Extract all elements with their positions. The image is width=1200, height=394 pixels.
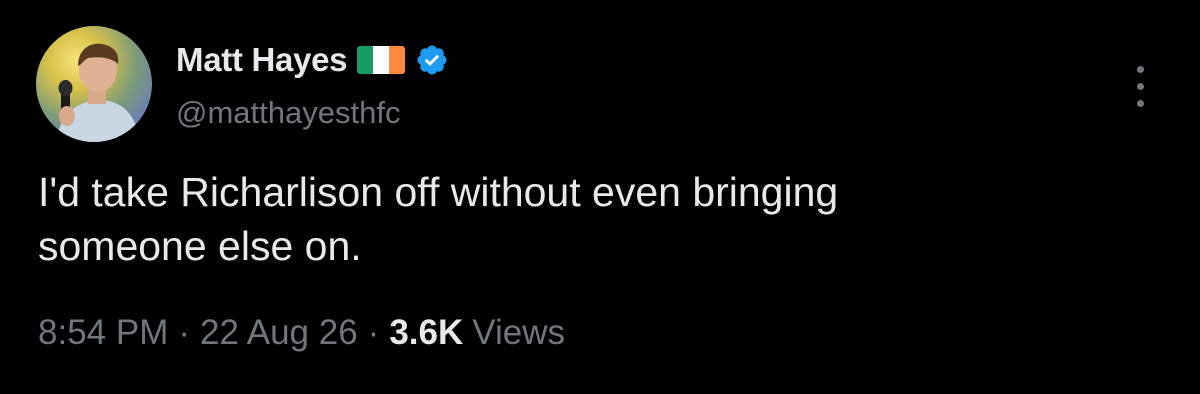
more-options-button[interactable] (1122, 58, 1158, 114)
tweet-text-line: someone else on. (38, 223, 362, 269)
display-name[interactable]: Matt Hayes (176, 41, 348, 79)
author-name-row: Matt Hayes (176, 38, 449, 82)
meta-separator: · (178, 313, 191, 352)
more-vertical-icon (1136, 82, 1144, 90)
tweet-card: Matt Hayes @matthayesthfc I'd take Richa… (0, 0, 1200, 394)
views-count[interactable]: 3.6K (389, 313, 463, 353)
verified-badge-icon[interactable] (415, 43, 449, 77)
ireland-flag-icon (357, 46, 406, 74)
tweet-time[interactable]: 8:54 PM (38, 313, 168, 353)
avatar[interactable] (36, 26, 152, 142)
meta-separator: · (367, 313, 380, 352)
tweet-text: I'd take Richarlison off without even br… (38, 165, 1138, 273)
more-vertical-icon (1136, 65, 1144, 73)
author-handle[interactable]: @matthayesthfc (176, 95, 400, 131)
avatar-photo (56, 43, 140, 142)
tweet-text-line: I'd take Richarlison off without even br… (38, 169, 839, 215)
views-label: Views (472, 313, 565, 352)
tweet-meta: 8:54 PM · 22 Aug 26 · 3.6K Views (38, 313, 565, 353)
tweet-date[interactable]: 22 Aug 26 (200, 313, 358, 353)
more-vertical-icon (1136, 99, 1144, 107)
